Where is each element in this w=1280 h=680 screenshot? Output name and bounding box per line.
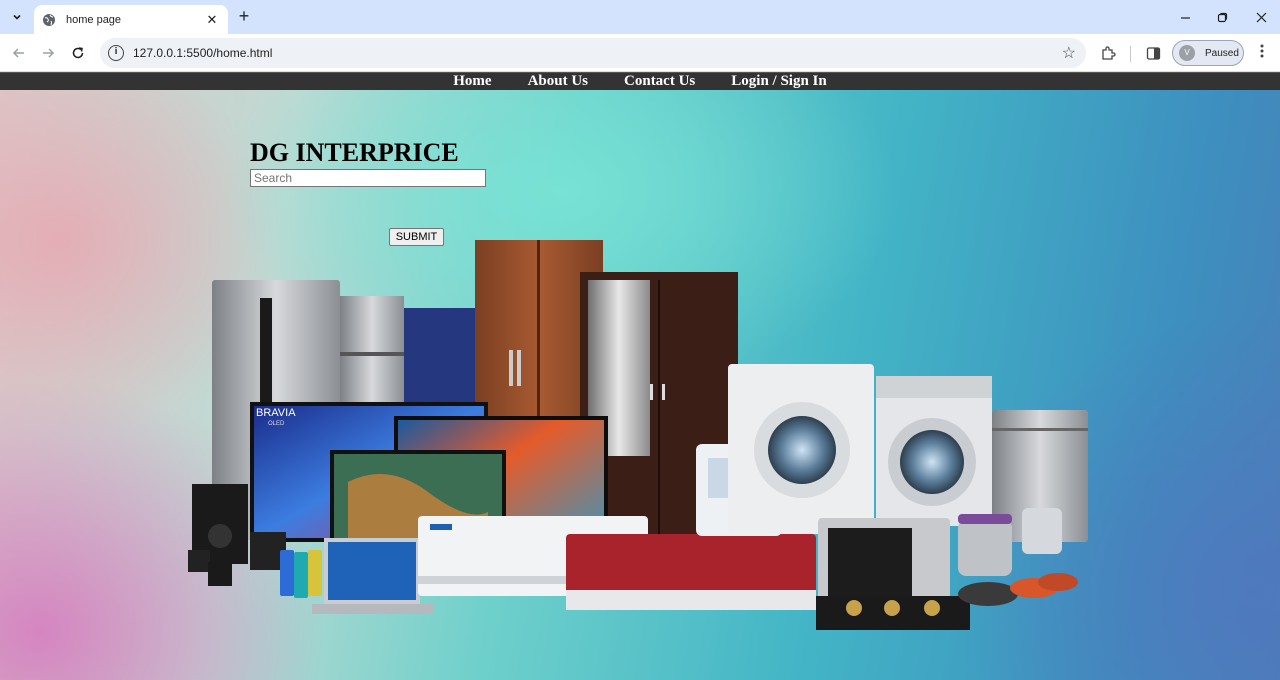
new-tab-plus-icon[interactable]: +: [234, 7, 254, 27]
avatar: V: [1179, 45, 1195, 61]
profile-button[interactable]: V Paused: [1172, 40, 1244, 66]
extensions-puzzle-icon[interactable]: [1098, 43, 1118, 63]
bookmark-star-icon[interactable]: ☆: [1062, 43, 1076, 63]
nav-link-about-us[interactable]: About Us: [510, 73, 606, 90]
minimize-window-icon[interactable]: [1171, 6, 1199, 28]
page-title: DG INTERPRICE: [250, 138, 459, 167]
address-url[interactable]: 127.0.0.1:5500/home.html: [133, 46, 1062, 60]
address-bar[interactable]: i 127.0.0.1:5500/home.html ☆: [100, 38, 1086, 68]
back-arrow-icon[interactable]: [8, 42, 30, 64]
page-viewport: Home About Us Contact Us Login / Sign In…: [0, 72, 1280, 680]
side-panel-icon[interactable]: [1143, 43, 1163, 63]
profile-status-label: Paused: [1205, 47, 1239, 59]
menu-kebab-icon[interactable]: [1253, 43, 1271, 63]
nav-link-home[interactable]: Home: [435, 73, 509, 90]
search-input[interactable]: [250, 169, 486, 187]
restore-window-icon[interactable]: [1208, 6, 1236, 28]
tab-close-icon[interactable]: ✕: [204, 12, 220, 28]
toolbar-divider: [1130, 46, 1131, 62]
tv-brand-label: BRAVIA: [256, 407, 296, 419]
browser-tab-strip: home page ✕ +: [0, 0, 1280, 34]
tv-sub-label: OLED: [268, 421, 285, 427]
forward-arrow-icon[interactable]: [37, 42, 59, 64]
tab-title: home page: [66, 13, 122, 26]
tab-search-chevron-icon[interactable]: [6, 6, 28, 28]
nav-link-contact-us[interactable]: Contact Us: [606, 73, 713, 90]
browser-toolbar: i 127.0.0.1:5500/home.html ☆ V Paused: [0, 34, 1280, 72]
appliances-hero-image: BRAVIA OLED: [188, 240, 1088, 630]
nav-link-login-signin[interactable]: Login / Sign In: [713, 73, 844, 90]
reload-icon[interactable]: [67, 42, 89, 64]
browser-tab[interactable]: home page ✕: [34, 5, 228, 34]
site-navbar: Home About Us Contact Us Login / Sign In: [0, 72, 1280, 90]
site-info-icon[interactable]: i: [108, 45, 124, 61]
globe-icon: [43, 13, 55, 26]
close-window-icon[interactable]: [1247, 6, 1275, 28]
